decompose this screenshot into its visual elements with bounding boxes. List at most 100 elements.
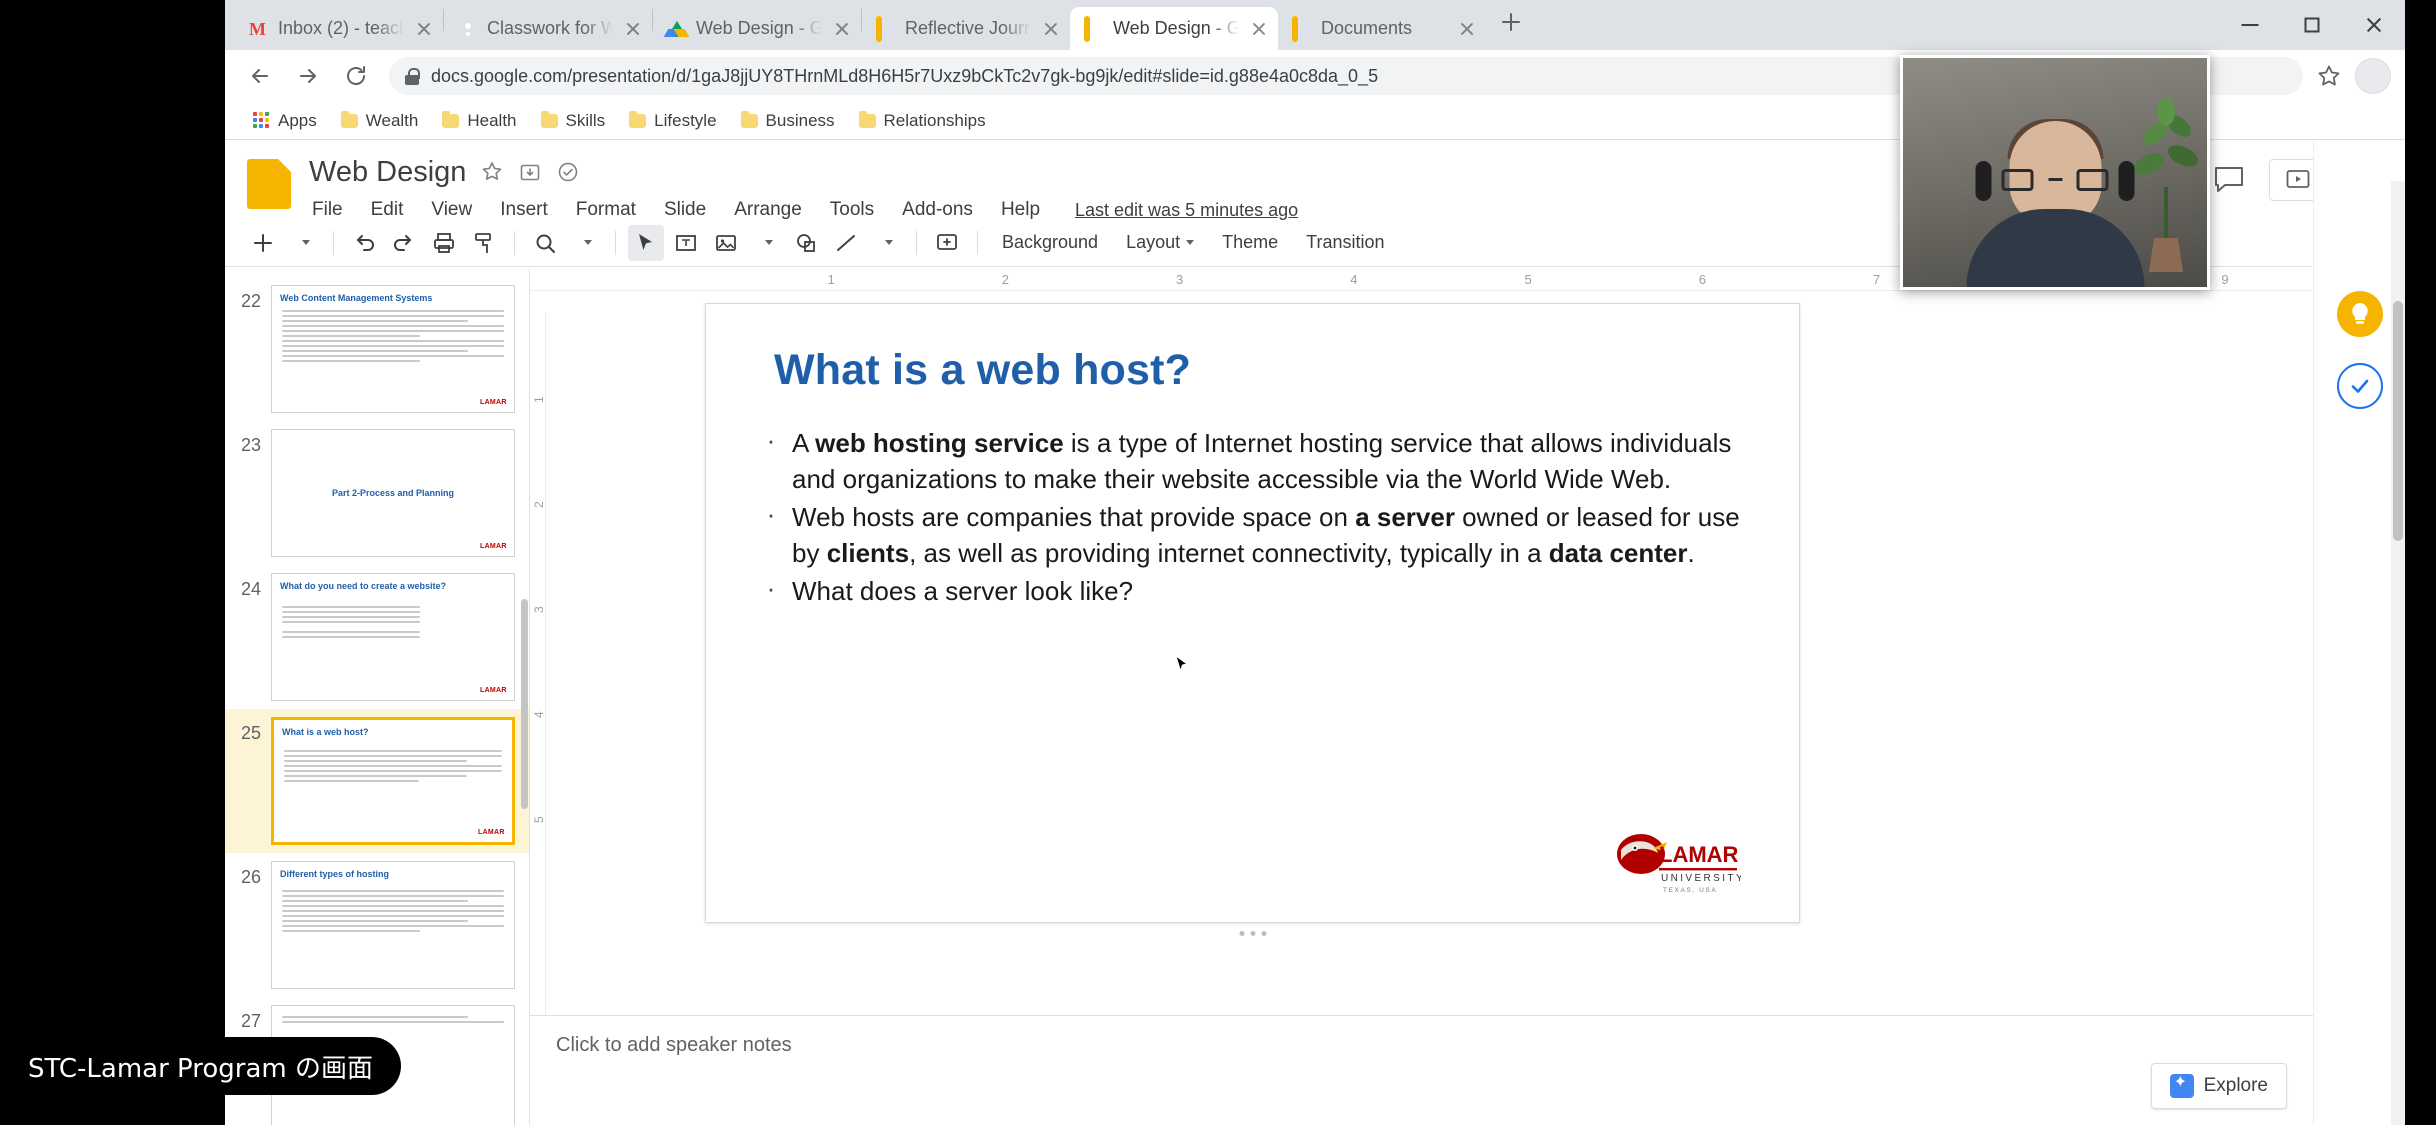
slide-body-text[interactable]: · A web hosting service is a type of Int…	[764, 426, 1759, 611]
close-icon[interactable]	[1456, 18, 1478, 40]
speaker-notes-pane[interactable]: Click to add speaker notes Explore	[530, 1015, 2405, 1125]
menu-edit[interactable]: Edit	[368, 197, 407, 223]
close-icon[interactable]	[1248, 18, 1270, 40]
menu-format[interactable]: Format	[573, 197, 639, 223]
new-slide-button[interactable]	[245, 225, 281, 261]
menu-file[interactable]: File	[309, 197, 346, 223]
transition-button[interactable]: Transition	[1294, 226, 1396, 260]
filmstrip-slide-22[interactable]: 22 Web Content Management Systems LAMAR	[225, 277, 529, 421]
menu-arrange[interactable]: Arrange	[731, 197, 805, 223]
menu-view[interactable]: View	[428, 197, 475, 223]
bullet-text: What does a server look like?	[792, 575, 1134, 606]
comment-icon[interactable]	[2213, 165, 2247, 195]
menu-slide[interactable]: Slide	[661, 197, 709, 223]
close-icon[interactable]	[622, 18, 644, 40]
bookmark-business[interactable]: Business	[731, 107, 845, 135]
folder-icon	[858, 110, 876, 128]
cloud-saved-icon[interactable]	[556, 160, 580, 184]
star-icon[interactable]	[2309, 56, 2349, 96]
browser-tab-4-active[interactable]: Web Design - Google S	[1070, 7, 1278, 50]
browser-tab-5[interactable]: Documents	[1278, 7, 1486, 50]
zoom-dropdown[interactable]	[567, 225, 603, 261]
menu-insert[interactable]: Insert	[497, 197, 551, 223]
new-tab-button[interactable]	[1494, 5, 1528, 39]
text-box-icon[interactable]	[668, 225, 704, 261]
background-button[interactable]: Background	[990, 226, 1110, 260]
minimize-button[interactable]	[2219, 0, 2281, 50]
svg-text:LAMAR: LAMAR	[1659, 842, 1739, 867]
add-comment-icon[interactable]	[929, 225, 965, 261]
close-icon[interactable]	[1040, 18, 1062, 40]
menu-help[interactable]: Help	[998, 197, 1043, 223]
layout-button[interactable]: Layout	[1114, 226, 1206, 260]
close-icon[interactable]	[831, 18, 853, 40]
window-controls	[2219, 0, 2405, 50]
browser-tab-0[interactable]: M Inbox (2) - teacherhend	[235, 7, 443, 50]
move-to-folder-icon[interactable]	[518, 160, 542, 184]
back-icon[interactable]	[239, 55, 281, 97]
slide-thumbnail[interactable]: Different types of hosting	[271, 861, 515, 989]
bookmark-health[interactable]: Health	[432, 107, 526, 135]
thumb-body-lines	[282, 310, 504, 365]
document-title[interactable]: Web Design	[309, 156, 466, 189]
close-icon[interactable]	[413, 18, 435, 40]
ruler-tick: 2	[1001, 272, 1010, 287]
redo-icon[interactable]	[386, 225, 422, 261]
bookmark-relationships[interactable]: Relationships	[849, 107, 996, 135]
theme-button[interactable]: Theme	[1210, 226, 1290, 260]
menu-addons[interactable]: Add-ons	[899, 197, 976, 223]
slide-thumbnail[interactable]: What is a web host? LAMAR	[271, 717, 515, 845]
star-icon[interactable]	[480, 160, 504, 184]
close-window-button[interactable]	[2343, 0, 2405, 50]
headphone-left	[1975, 161, 1992, 201]
slide-filmstrip[interactable]: 22 Web Content Management Systems LAMAR …	[225, 269, 530, 1125]
filmstrip-slide-23[interactable]: 23 Part 2-Process and Planning LAMAR	[225, 421, 529, 565]
slide-canvas[interactable]: What is a web host? · A web hosting serv…	[705, 303, 1800, 936]
line-dropdown[interactable]	[868, 225, 904, 261]
reload-icon[interactable]	[335, 55, 377, 97]
filmstrip-scrollbar[interactable]	[521, 599, 528, 809]
page-scrollbar[interactable]	[2391, 181, 2405, 1125]
profile-avatar[interactable]	[2355, 58, 2391, 94]
bookmark-skills[interactable]: Skills	[531, 107, 616, 135]
slide-thumbnail[interactable]: What do you need to create a website? LA…	[271, 573, 515, 701]
undo-icon[interactable]	[346, 225, 382, 261]
scrollbar-thumb[interactable]	[2393, 301, 2403, 541]
line-icon[interactable]	[828, 225, 864, 261]
tab-strip: M Inbox (2) - teacherhend Classwork for …	[225, 0, 2405, 50]
select-cursor-icon[interactable]	[628, 224, 664, 261]
bookmark-apps[interactable]: Apps	[243, 107, 327, 135]
paint-format-icon[interactable]	[466, 225, 502, 261]
explore-button[interactable]: Explore	[2150, 1063, 2287, 1109]
filmstrip-slide-26[interactable]: 26 Different types of hosting	[225, 853, 529, 997]
print-icon[interactable]	[426, 225, 462, 261]
image-icon[interactable]	[708, 225, 744, 261]
bookmark-lifestyle[interactable]: Lifestyle	[619, 107, 726, 135]
filmstrip-slide-25-active[interactable]: 25 What is a web host? LAMAR	[225, 709, 529, 853]
last-edit-status[interactable]: Last edit was 5 minutes ago	[1075, 200, 1298, 221]
video-call-self-view[interactable]	[1900, 55, 2210, 290]
slide-thumbnail[interactable]: Part 2-Process and Planning LAMAR	[271, 429, 515, 557]
filmstrip-slide-24[interactable]: 24 What do you need to create a website?…	[225, 565, 529, 709]
bookmark-wealth[interactable]: Wealth	[331, 107, 429, 135]
new-slide-dropdown[interactable]	[285, 225, 321, 261]
maximize-button[interactable]	[2281, 0, 2343, 50]
explore-label: Explore	[2203, 1075, 2268, 1096]
folder-icon	[442, 110, 460, 128]
browser-tab-1[interactable]: Classwork for Web Des	[444, 7, 652, 50]
tasks-check-icon[interactable]	[2336, 363, 2383, 409]
lamar-logo-icon: LAMAR	[480, 687, 507, 694]
thumb-title: Part 2-Process and Planning	[331, 487, 455, 498]
slide-thumbnail[interactable]: Web Content Management Systems LAMAR	[271, 285, 515, 413]
browser-tab-3[interactable]: Reflective Journal - Go	[862, 7, 1070, 50]
image-dropdown[interactable]	[748, 225, 784, 261]
slide-title[interactable]: What is a web host?	[774, 346, 1191, 395]
menu-tools[interactable]: Tools	[827, 197, 877, 223]
forward-icon[interactable]	[287, 55, 329, 97]
zoom-icon[interactable]	[527, 225, 563, 261]
shape-icon[interactable]	[788, 225, 824, 261]
eyeglasses-bridge	[2048, 178, 2062, 181]
browser-tab-2[interactable]: Web Design - Google D	[653, 7, 861, 50]
keep-notes-icon[interactable]	[2336, 291, 2383, 337]
text-run: .	[1687, 537, 1695, 568]
